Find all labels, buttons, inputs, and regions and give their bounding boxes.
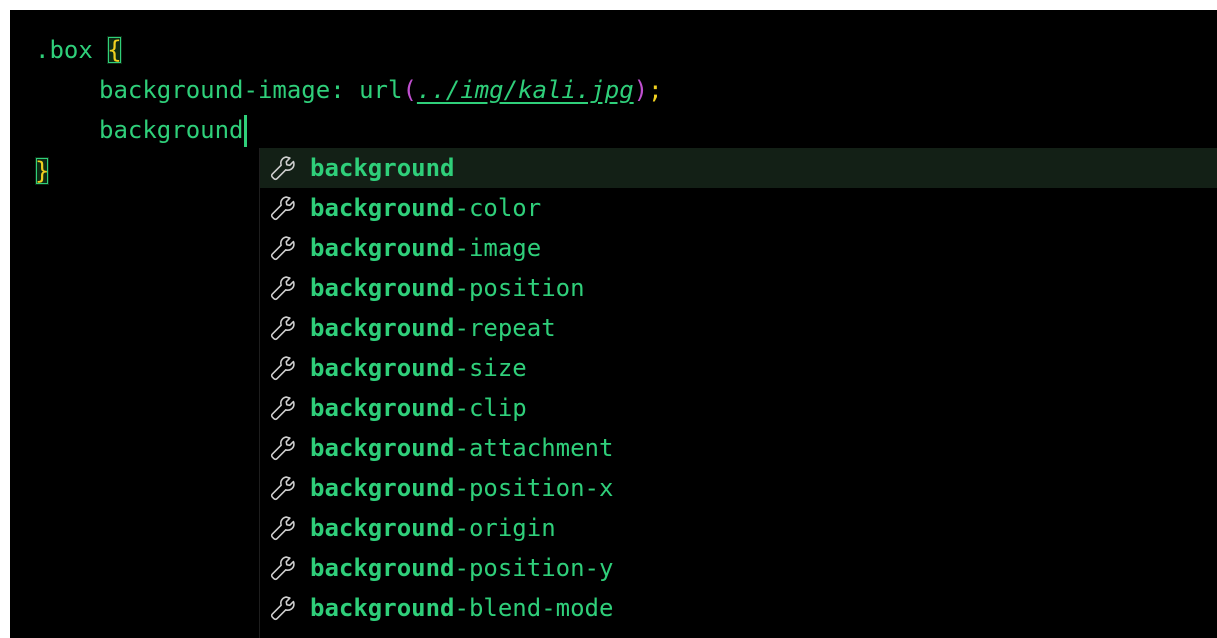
url-link[interactable]: ../img/kali.jpg <box>417 76 634 104</box>
wrench-icon <box>268 553 298 583</box>
open-brace: { <box>107 36 122 64</box>
wrench-icon <box>268 513 298 543</box>
suggestion-rest: -image <box>454 234 542 262</box>
wrench-icon <box>268 273 298 303</box>
css-property: background-image <box>99 76 331 104</box>
semicolon: ; <box>648 76 663 104</box>
css-colon: : <box>330 76 360 104</box>
wrench-icon <box>268 593 298 623</box>
close-brace: } <box>35 157 50 185</box>
wrench-icon <box>268 353 298 383</box>
suggestion-match: background <box>310 154 455 182</box>
wrench-icon <box>268 473 298 503</box>
suggestion-rest: -repeat <box>454 314 556 342</box>
wrench-icon <box>268 153 298 183</box>
suggestion-item[interactable]: background -image <box>260 228 1217 268</box>
suggestion-item[interactable]: background -position-y <box>260 548 1217 588</box>
suggestion-rest: -color <box>454 194 542 222</box>
suggestion-item[interactable]: background <box>260 148 1217 188</box>
suggestion-match: background <box>310 554 455 582</box>
suggestion-match: background <box>310 474 455 502</box>
code-editor[interactable]: .box { background-image: url(../img/kali… <box>10 10 1217 638</box>
url-function: url <box>359 76 403 104</box>
code-line-4[interactable]: } <box>35 151 50 191</box>
css-selector: .box <box>35 36 108 64</box>
open-paren: ( <box>402 76 417 104</box>
suggestion-rest: -origin <box>454 514 556 542</box>
typed-text: background <box>99 116 244 144</box>
suggestion-item[interactable]: background -color <box>260 188 1217 228</box>
suggestion-item[interactable]: background -repeat <box>260 308 1217 348</box>
suggestion-match: background <box>310 434 455 462</box>
suggestion-item[interactable]: background -position-x <box>260 468 1217 508</box>
suggestion-match: background <box>310 234 455 262</box>
code-line-2[interactable]: background-image: url(../img/kali.jpg); <box>99 70 663 110</box>
suggestion-item[interactable]: background -blend-mode <box>260 588 1217 628</box>
wrench-icon <box>268 433 298 463</box>
suggestion-match: background <box>310 274 455 302</box>
suggestion-rest: -position <box>454 274 585 302</box>
suggestion-item[interactable]: background -position <box>260 268 1217 308</box>
wrench-icon <box>268 313 298 343</box>
suggestion-match: background <box>310 314 455 342</box>
suggestion-item[interactable]: background -clip <box>260 388 1217 428</box>
suggestion-rest: -blend-mode <box>454 594 614 622</box>
suggestion-match: background <box>310 514 455 542</box>
text-cursor <box>243 115 247 147</box>
suggestion-rest: -size <box>454 354 527 382</box>
suggestion-rest: -clip <box>454 394 527 422</box>
suggestion-item[interactable]: background -origin <box>260 508 1217 548</box>
suggestion-item[interactable]: background -size <box>260 348 1217 388</box>
close-paren: ) <box>633 76 649 104</box>
suggestion-rest: -attachment <box>454 434 614 462</box>
suggestion-match: background <box>310 394 455 422</box>
suggestion-match: background <box>310 594 455 622</box>
wrench-icon <box>268 233 298 263</box>
suggestion-item[interactable]: background -attachment <box>260 428 1217 468</box>
code-line-3[interactable]: background <box>99 110 247 150</box>
wrench-icon <box>268 393 298 423</box>
wrench-icon <box>268 193 298 223</box>
suggestion-match: background <box>310 194 455 222</box>
suggestion-rest: -position-x <box>454 474 614 502</box>
code-line-1[interactable]: .box { <box>35 30 122 70</box>
suggestion-match: background <box>310 354 455 382</box>
suggestion-rest: -position-y <box>454 554 614 582</box>
autocomplete-dropdown[interactable]: background background -color background -ima… <box>259 148 1217 638</box>
